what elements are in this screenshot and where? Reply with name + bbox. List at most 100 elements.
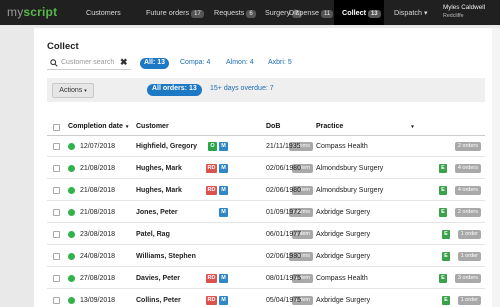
electronic-badge: E: [442, 230, 450, 239]
app-logo[interactable]: myscript: [7, 5, 57, 19]
table-row[interactable]: 27/08/2018 Davies, Peter RD M 1 item 08/01/19…: [47, 268, 485, 289]
practice-name: Compass Health: [316, 275, 368, 282]
practice-name: Axbridge Surgery: [316, 209, 371, 216]
search-placeholder: Customer search: [61, 59, 115, 66]
completion-date: 21/08/2018: [80, 209, 116, 216]
actions-button[interactable]: Actions ▾: [52, 83, 94, 98]
nav-dispatch[interactable]: Dispatch ▾: [394, 8, 428, 17]
tag-m: M: [219, 296, 228, 305]
tag-rd: RD: [206, 274, 217, 283]
nav-collect[interactable]: Collect 13: [342, 8, 381, 18]
nav-label: Dispatch: [394, 8, 422, 17]
tag-rd: RD: [206, 186, 217, 195]
customer-name[interactable]: Hughes, Mark: [136, 187, 182, 194]
date-of-birth: 02/06/1980: [266, 165, 302, 172]
completion-date: 13/09/2018: [80, 297, 116, 304]
electronic-badge: E: [439, 274, 447, 283]
filter-all[interactable]: All: 13: [140, 58, 170, 69]
practice-name: Almondsbury Surgery: [316, 165, 384, 172]
tag-rd: RD: [206, 164, 217, 173]
nav-count-badge: 17: [191, 10, 204, 18]
customer-name[interactable]: Jones, Peter: [136, 209, 178, 216]
status-dot: [68, 187, 75, 194]
filter-axbri[interactable]: Axbri: 5: [264, 58, 296, 69]
column-completion-date[interactable]: Completion date ▾: [68, 123, 128, 130]
row-checkbox[interactable]: [53, 297, 60, 304]
customer-search-input[interactable]: Customer search ✖: [47, 57, 131, 70]
nav-count-badge: 6: [246, 10, 256, 18]
row-checkbox[interactable]: [53, 275, 60, 282]
nav-label: Surgery: [265, 8, 291, 17]
row-checkbox[interactable]: [53, 165, 60, 172]
table-row[interactable]: 13/09/2018 Collins, Peter RD M 1 item 05/04/1…: [47, 290, 485, 307]
column-customer[interactable]: Customer: [136, 123, 169, 130]
column-label: Completion date: [68, 123, 123, 130]
close-icon[interactable]: ✖: [120, 57, 128, 68]
nav-future-orders[interactable]: Future orders 17: [146, 8, 204, 18]
nav-count-badge: 13: [367, 10, 381, 18]
practice-name: Almondsbury Surgery: [316, 187, 384, 194]
customer-name[interactable]: Williams, Stephen: [136, 253, 196, 260]
table-row[interactable]: 24/08/2018 Williams, Stephen 2 items 02/06/…: [47, 246, 485, 267]
chevron-down-icon: ▾: [423, 8, 428, 17]
status-dot: [68, 143, 75, 150]
filter-almon[interactable]: Almon: 4: [222, 58, 258, 69]
completion-date: 27/08/2018: [80, 275, 116, 282]
electronic-badge: E: [442, 252, 450, 261]
collect-panel: Collect Customer search ✖ All: 13 Compa:…: [34, 28, 500, 307]
completion-date: 21/08/2018: [80, 165, 116, 172]
toggle-all-orders[interactable]: All orders: 13: [147, 84, 202, 96]
nav-dispense[interactable]: Dispense 11: [289, 8, 334, 18]
row-checkbox[interactable]: [53, 187, 60, 194]
date-of-birth: 05/04/1975: [266, 297, 302, 304]
customer-name[interactable]: Highfield, Gregory: [136, 143, 197, 150]
chevron-down-icon: ▾: [84, 88, 87, 94]
status-dot: [68, 297, 75, 304]
customer-name[interactable]: Collins, Peter: [136, 297, 181, 304]
column-practice[interactable]: Practice ▾: [316, 123, 414, 130]
tag-m: M: [219, 208, 228, 217]
date-of-birth: 21/11/1935: [266, 143, 301, 150]
nav-label: Requests: [214, 8, 245, 17]
user-menu[interactable]: Myles Caldwell Redcliffe: [443, 3, 485, 21]
column-dob[interactable]: DoB: [266, 123, 280, 130]
customer-name[interactable]: Davies, Peter: [136, 275, 180, 282]
row-checkbox[interactable]: [53, 231, 60, 238]
user-location: Redcliffe: [443, 13, 464, 19]
table-row[interactable]: 21/08/2018 Hughes, Mark RD M 1 item 02/06/198…: [47, 158, 485, 179]
status-dot: [68, 253, 75, 260]
table-row[interactable]: 23/08/2018 Patel, Rag 1 item 06/01/1977 Axbr…: [47, 224, 485, 245]
scrollbar[interactable]: [492, 28, 500, 307]
customer-name[interactable]: Hughes, Mark: [136, 165, 182, 172]
row-checkbox[interactable]: [53, 253, 60, 260]
completion-date: 21/08/2018: [80, 187, 116, 194]
status-dot: [68, 165, 75, 172]
table-row[interactable]: 12/07/2018 Highfield, Gregory O M 2 items 21/…: [47, 136, 485, 157]
select-all-checkbox[interactable]: [53, 124, 60, 131]
nav-customers[interactable]: Customers: [86, 8, 121, 17]
completion-date: 12/07/2018: [80, 143, 116, 150]
completion-date: 24/08/2018: [80, 253, 116, 260]
filter-compa[interactable]: Compa: 4: [176, 58, 214, 69]
orders-badge: 4 orders: [454, 164, 481, 173]
table-row[interactable]: 21/08/2018 Jones, Peter M 2 items 01/09/1972…: [47, 202, 485, 223]
row-checkbox[interactable]: [53, 209, 60, 216]
row-checkbox[interactable]: [53, 143, 60, 150]
tag-m: M: [219, 186, 228, 195]
table-row[interactable]: 21/08/2018 Hughes, Mark RD M 1 item 02/06/198…: [47, 180, 485, 201]
status-dot: [68, 209, 75, 216]
orders-badge: 1 order: [457, 252, 481, 261]
orders-badge: 4 orders: [454, 186, 481, 195]
customer-name[interactable]: Patel, Rag: [136, 231, 170, 238]
orders-badge: 1 order: [457, 230, 481, 239]
search-icon: [50, 59, 58, 67]
electronic-badge: E: [439, 164, 447, 173]
tag-m: M: [219, 142, 228, 151]
column-label: Practice: [316, 123, 344, 130]
toggle-overdue[interactable]: 15+ days overdue: 7: [205, 84, 279, 96]
electronic-badge: E: [439, 208, 447, 217]
nav-label: Customers: [86, 8, 121, 17]
nav-requests[interactable]: Requests 6: [214, 8, 256, 18]
page-title: Collect: [47, 41, 79, 52]
nav-label: Dispense: [289, 8, 319, 17]
